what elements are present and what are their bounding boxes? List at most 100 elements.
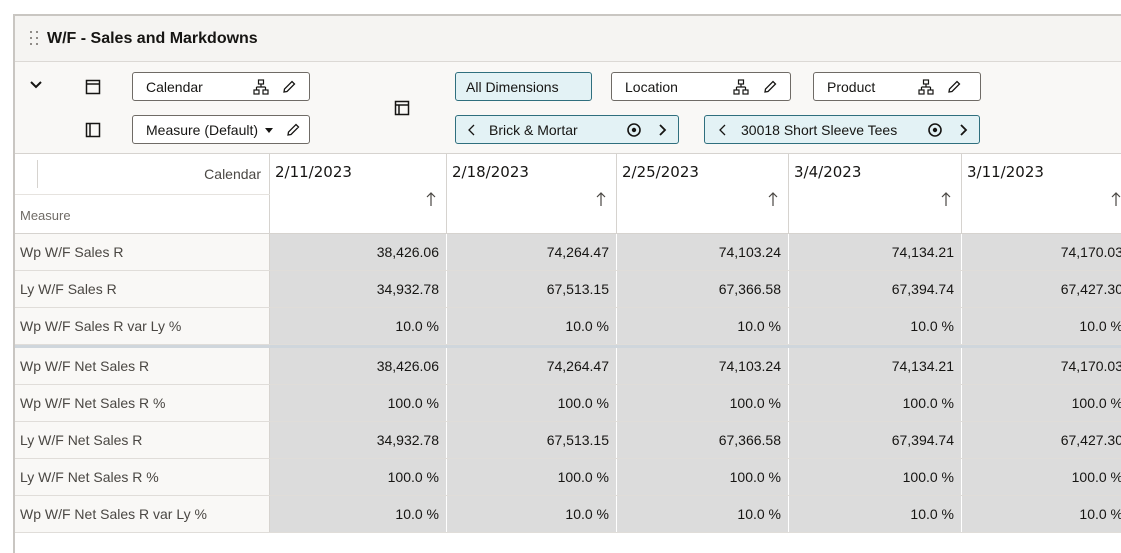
data-cell[interactable]: 74,264.47: [447, 348, 617, 384]
row-layout-button[interactable]: [85, 79, 101, 95]
data-cell[interactable]: 74,103.24: [617, 234, 789, 270]
calendar-dimension-tile[interactable]: Calendar: [132, 72, 310, 101]
data-cell[interactable]: 100.0 %: [617, 459, 789, 495]
product-edit-button[interactable]: [946, 79, 962, 95]
data-cell[interactable]: 10.0 %: [789, 308, 962, 344]
product-focus-button[interactable]: [927, 122, 943, 138]
calendar-edit-button[interactable]: [281, 79, 297, 95]
data-cell[interactable]: 100.0 %: [789, 459, 962, 495]
row-label[interactable]: Wp W/F Sales R: [15, 234, 270, 270]
data-cell[interactable]: 100.0 %: [270, 459, 447, 495]
table-row: Ly W/F Net Sales R 34,932.78 67,513.15 6…: [15, 422, 1121, 459]
column-date: 2/11/2023: [275, 163, 352, 181]
data-cell[interactable]: 67,394.74: [789, 271, 962, 307]
data-cell[interactable]: 67,394.74: [789, 422, 962, 458]
sort-arrow-up-icon[interactable]: [940, 190, 952, 208]
sort-arrow-up-icon[interactable]: [1110, 190, 1121, 208]
target-icon: [627, 123, 641, 137]
data-cell[interactable]: 67,513.15: [447, 271, 617, 307]
product-next-button[interactable]: [955, 122, 971, 138]
measure-dimension-tile[interactable]: Measure (Default): [132, 115, 310, 144]
column-header[interactable]: 2/25/2023: [617, 154, 789, 234]
data-cell[interactable]: 10.0 %: [962, 308, 1121, 344]
measure-edit-button[interactable]: [285, 122, 301, 138]
single-pane-icon: [85, 79, 101, 95]
collapse-toolbar-button[interactable]: [27, 76, 45, 94]
product-dimension-tile[interactable]: Product: [813, 72, 981, 101]
location-dimension-tile[interactable]: Location: [611, 72, 791, 101]
data-cell[interactable]: 10.0 %: [617, 308, 789, 344]
table-row: Wp W/F Net Sales R % 100.0 % 100.0 % 100…: [15, 385, 1121, 422]
data-cell[interactable]: 100.0 %: [617, 385, 789, 421]
data-cell[interactable]: 100.0 %: [447, 385, 617, 421]
column-layout-button[interactable]: [85, 122, 101, 138]
pencil-icon: [948, 80, 961, 93]
location-edit-button[interactable]: [762, 79, 778, 95]
data-cell[interactable]: 67,427.30: [962, 271, 1121, 307]
data-cell[interactable]: 10.0 %: [447, 308, 617, 344]
column-header-row: Calendar Measure 2/11/2023 2/18/2023 2/2…: [15, 154, 1121, 234]
split-pane-icon: [85, 122, 101, 138]
table-row: Wp W/F Sales R 38,426.06 74,264.47 74,10…: [15, 234, 1121, 271]
all-dimensions-button[interactable]: All Dimensions: [455, 72, 592, 101]
row-label[interactable]: Wp W/F Net Sales R var Ly %: [15, 496, 270, 532]
drag-handle-icon[interactable]: [27, 28, 41, 50]
data-cell[interactable]: 10.0 %: [270, 308, 447, 344]
data-cell[interactable]: 34,932.78: [270, 422, 447, 458]
data-cell[interactable]: 10.0 %: [962, 496, 1121, 532]
data-cell[interactable]: 67,366.58: [617, 422, 789, 458]
pencil-icon: [764, 80, 777, 93]
location-next-button[interactable]: [654, 122, 670, 138]
location-prev-button[interactable]: [464, 122, 480, 138]
data-cell[interactable]: 100.0 %: [270, 385, 447, 421]
data-cell[interactable]: 67,366.58: [617, 271, 789, 307]
sort-arrow-up-icon[interactable]: [767, 190, 779, 208]
sort-arrow-up-icon[interactable]: [595, 190, 607, 208]
pencil-icon: [283, 80, 296, 93]
data-cell[interactable]: 74,103.24: [617, 348, 789, 384]
measure-label: Measure (Default): [146, 121, 259, 138]
layout-toggle-button[interactable]: [394, 100, 410, 116]
data-cell[interactable]: 10.0 %: [789, 496, 962, 532]
data-cell[interactable]: 100.0 %: [447, 459, 617, 495]
column-header[interactable]: 2/18/2023: [447, 154, 617, 234]
data-cell[interactable]: 100.0 %: [962, 385, 1121, 421]
row-label[interactable]: Wp W/F Net Sales R: [15, 348, 270, 384]
data-cell[interactable]: 100.0 %: [962, 459, 1121, 495]
location-hierarchy-button[interactable]: [733, 79, 749, 95]
data-cell[interactable]: 67,427.30: [962, 422, 1121, 458]
sort-arrow-up-icon[interactable]: [425, 190, 437, 208]
data-cell[interactable]: 67,513.15: [447, 422, 617, 458]
data-cell[interactable]: 74,134.21: [789, 348, 962, 384]
column-header[interactable]: 3/11/2023: [962, 154, 1121, 234]
data-cell[interactable]: 100.0 %: [789, 385, 962, 421]
corner-divider: [37, 160, 38, 188]
row-label[interactable]: Wp W/F Sales R var Ly %: [15, 308, 270, 344]
data-cell[interactable]: 74,264.47: [447, 234, 617, 270]
location-focus-button[interactable]: [626, 122, 642, 138]
calendar-hierarchy-button[interactable]: [253, 79, 269, 95]
column-date: 2/25/2023: [622, 163, 699, 181]
column-header[interactable]: 3/4/2023: [789, 154, 962, 234]
data-cell[interactable]: 38,426.06: [270, 348, 447, 384]
data-cell[interactable]: 34,932.78: [270, 271, 447, 307]
column-header[interactable]: 2/11/2023: [270, 154, 447, 234]
data-cell[interactable]: 10.0 %: [617, 496, 789, 532]
row-label[interactable]: Ly W/F Net Sales R: [15, 422, 270, 458]
row-label[interactable]: Wp W/F Net Sales R %: [15, 385, 270, 421]
data-cell[interactable]: 74,170.03: [962, 234, 1121, 270]
measure-dropdown-button[interactable]: [261, 122, 277, 138]
product-prev-button[interactable]: [715, 122, 731, 138]
data-cell[interactable]: 38,426.06: [270, 234, 447, 270]
data-cell[interactable]: 10.0 %: [270, 496, 447, 532]
product-hierarchy-button[interactable]: [918, 79, 934, 95]
data-cell[interactable]: 74,134.21: [789, 234, 962, 270]
row-label[interactable]: Ly W/F Sales R: [15, 271, 270, 307]
chevron-down-icon: [30, 81, 42, 89]
data-cell[interactable]: 74,170.03: [962, 348, 1121, 384]
location-navigator: Brick & Mortar: [455, 115, 679, 144]
data-cell[interactable]: 10.0 %: [447, 496, 617, 532]
product-value: 30018 Short Sleeve Tees: [741, 121, 898, 138]
row-label[interactable]: Ly W/F Net Sales R %: [15, 459, 270, 495]
all-dimensions-label: All Dimensions: [466, 78, 559, 95]
